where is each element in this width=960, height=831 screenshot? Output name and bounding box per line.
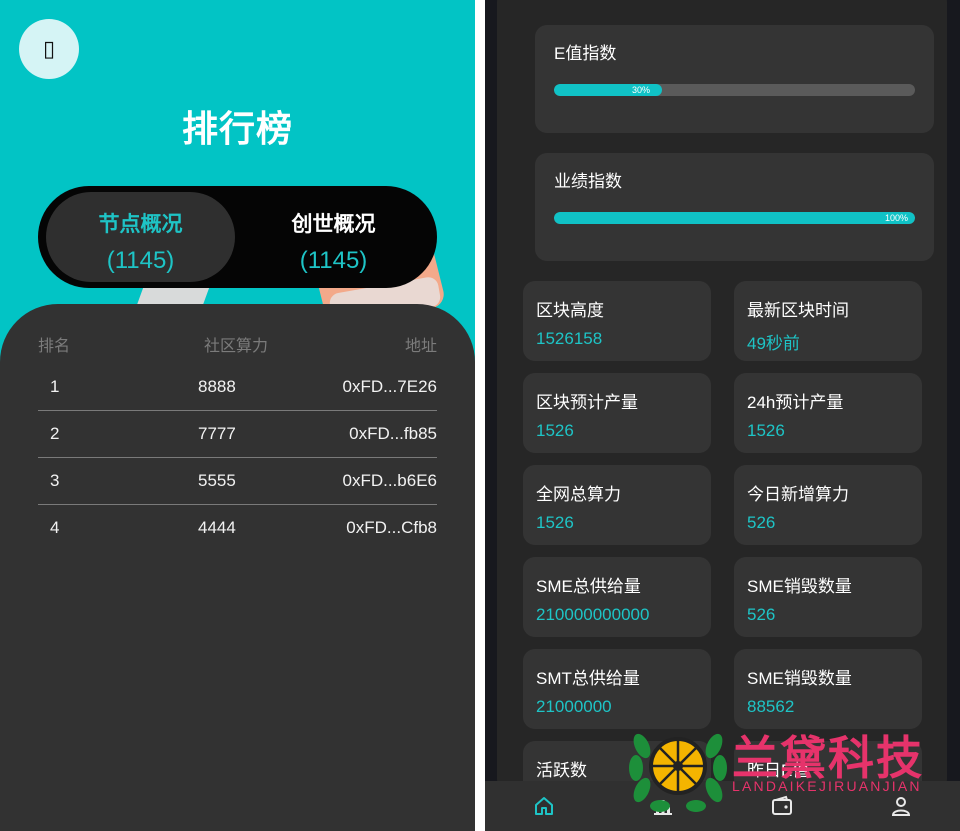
stat-block-estimated-output: 区块预计产量 1526 [523, 373, 711, 453]
stat-value: 1526 [536, 513, 574, 532]
back-button[interactable]: ▯ [19, 19, 79, 79]
stat-label: 活跃数 [536, 761, 587, 780]
dashboard-screen: E值指数 30% 业绩指数 100% 区块高度 1526158 最新区块时间 4… [485, 0, 960, 831]
stat-24h-estimated-output: 24h预计产量 1526 [734, 373, 922, 453]
rank-cell: 1 [50, 377, 60, 396]
column-header-community-power: 社区算力 [204, 338, 269, 355]
watermark-subtext: LANDAIKEJIRUANJIAN [732, 778, 922, 794]
tab-count: (1145) [106, 247, 175, 274]
rank-cell: 3 [50, 471, 60, 490]
stat-label: 全网总算力 [536, 485, 621, 504]
tab-label: 创世概况 [291, 213, 376, 236]
stat-label: 24h预计产量 [747, 393, 844, 412]
stat-value: 1526 [536, 421, 574, 440]
power-cell: 4444 [198, 518, 236, 537]
stat-latest-block-time: 最新区块时间 49秒前 [734, 281, 922, 361]
table-row[interactable]: 1 8888 0xFD...7E26 [38, 364, 437, 411]
stat-label: 区块高度 [536, 301, 604, 320]
stat-sme-burned: SME销毁数量 526 [734, 557, 922, 637]
stat-label: SME销毁数量 [747, 669, 852, 688]
address-cell: 0xFD...fb85 [349, 424, 437, 443]
tab-count: (1145) [299, 247, 368, 274]
brand-watermark: 兰黛科技 LANDAIKEJIRUANJIAN [628, 716, 938, 821]
stat-label: 区块预计产量 [536, 393, 638, 412]
column-header-rank: 排名 [38, 338, 71, 355]
progress-bar: 30% [554, 84, 915, 96]
ranking-card: 排名 社区算力 地址 1 8888 0xFD...7E26 2 7777 0xF… [0, 304, 475, 831]
stat-value: 49秒前 [747, 334, 800, 353]
power-cell: 7777 [198, 424, 236, 443]
tab-node-overview[interactable]: 节点概况 (1145) [46, 192, 235, 282]
table-header: 排名 社区算力 地址 [38, 332, 437, 355]
overview-tabs: 节点概况 (1145) 创世概况 (1145) [38, 186, 437, 288]
e-value-index-card: E值指数 30% [535, 25, 934, 133]
stat-label: SME总供给量 [536, 577, 641, 596]
stat-value: 1526158 [536, 329, 603, 348]
stat-value: 21000000 [536, 697, 612, 716]
stat-label: 最新区块时间 [747, 301, 849, 320]
stat-network-total-power: 全网总算力 1526 [523, 465, 711, 545]
ranking-table: 1 8888 0xFD...7E26 2 7777 0xFD...fb85 3 … [38, 364, 437, 551]
progress-bar: 100% [554, 212, 915, 224]
progress-percent: 30% [632, 85, 651, 95]
table-row[interactable]: 4 4444 0xFD...Cfb8 [38, 505, 437, 551]
stat-block-height: 区块高度 1526158 [523, 281, 711, 361]
progress-fill [554, 212, 915, 224]
rank-cell: 4 [50, 518, 60, 537]
stat-value: 210000000000 [536, 605, 650, 624]
table-row[interactable]: 3 5555 0xFD...b6E6 [38, 458, 437, 505]
stat-value: 1526 [747, 421, 785, 440]
page-title: 排行榜 [181, 108, 293, 149]
address-cell: 0xFD...7E26 [342, 377, 438, 396]
stat-today-new-power: 今日新增算力 526 [734, 465, 922, 545]
progress-percent: 100% [885, 213, 909, 223]
logo-icon [629, 733, 727, 812]
address-cell: 0xFD...Cfb8 [346, 518, 437, 537]
home-icon [535, 797, 553, 815]
ellipsis-box-icon: ▯ [42, 36, 56, 62]
stat-value: 88562 [747, 697, 795, 716]
tab-genesis-overview[interactable]: 创世概况 (1145) [238, 192, 429, 282]
dashboard-container: E值指数 30% 业绩指数 100% 区块高度 1526158 最新区块时间 4… [497, 0, 947, 821]
tab-label: 节点概况 [98, 213, 183, 236]
nav-home[interactable] [532, 794, 556, 818]
power-cell: 5555 [198, 471, 236, 490]
stat-label: 今日新增算力 [747, 485, 849, 504]
progress-label: 业绩指数 [554, 172, 622, 191]
rank-cell: 2 [50, 424, 60, 443]
stat-value: 526 [747, 605, 776, 624]
performance-index-card: 业绩指数 100% [535, 153, 934, 261]
address-cell: 0xFD...b6E6 [342, 471, 438, 490]
stat-label: SMT总供给量 [536, 669, 640, 688]
leaderboard-screen: ▯ 排行榜 节点概况 (1145) 创世概况 (1145) 排名 社区算力 地址… [0, 0, 475, 831]
progress-label: E值指数 [554, 44, 617, 63]
stat-sme-total-supply: SME总供给量 210000000000 [523, 557, 711, 637]
power-cell: 8888 [198, 377, 236, 396]
column-header-address: 地址 [404, 338, 437, 355]
table-row[interactable]: 2 7777 0xFD...fb85 [38, 411, 437, 458]
stat-label: SME销毁数量 [747, 577, 852, 596]
stat-value: 526 [747, 513, 776, 532]
